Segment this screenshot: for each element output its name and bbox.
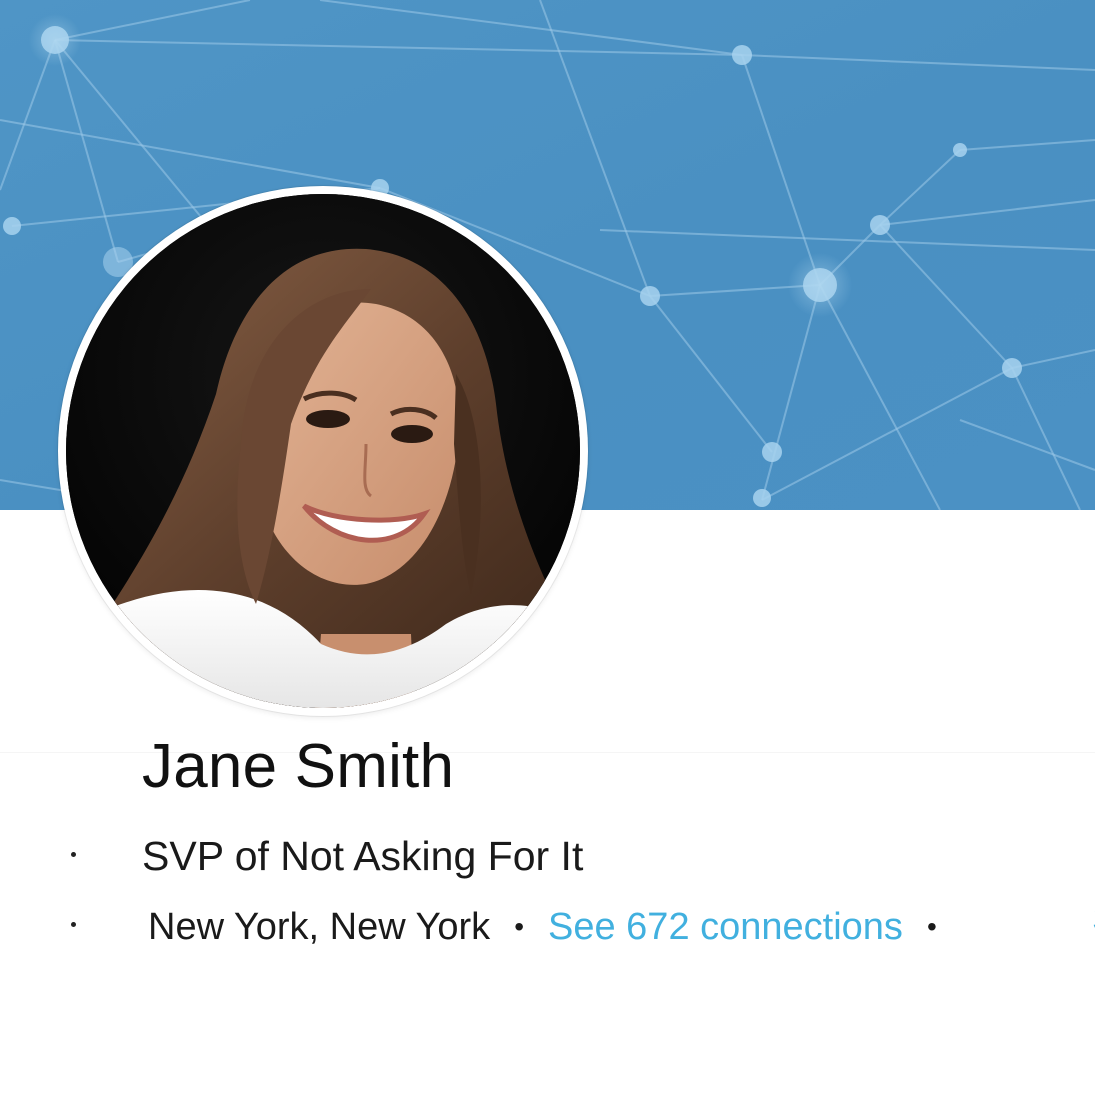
separator-dot-2: •: [926, 911, 937, 942]
profile-photo-icon: [66, 194, 580, 708]
profile-meta-row: New York, New York • See 672 connections…: [148, 899, 961, 955]
edge-mark: [71, 852, 76, 857]
separator-dot: •: [514, 911, 524, 942]
profile-location: New York, New York: [148, 905, 491, 948]
profile-headline: SVP of Not Asking For It: [142, 833, 584, 879]
avatar[interactable]: [66, 194, 580, 708]
avatar-ring[interactable]: [58, 186, 588, 716]
see-connections-link[interactable]: See 672 connections: [548, 906, 903, 949]
profile-card: Jane Smith SVP of Not Asking For It New …: [0, 0, 1095, 1095]
edge-mark: [71, 922, 76, 927]
profile-name: Jane Smith: [142, 732, 455, 801]
